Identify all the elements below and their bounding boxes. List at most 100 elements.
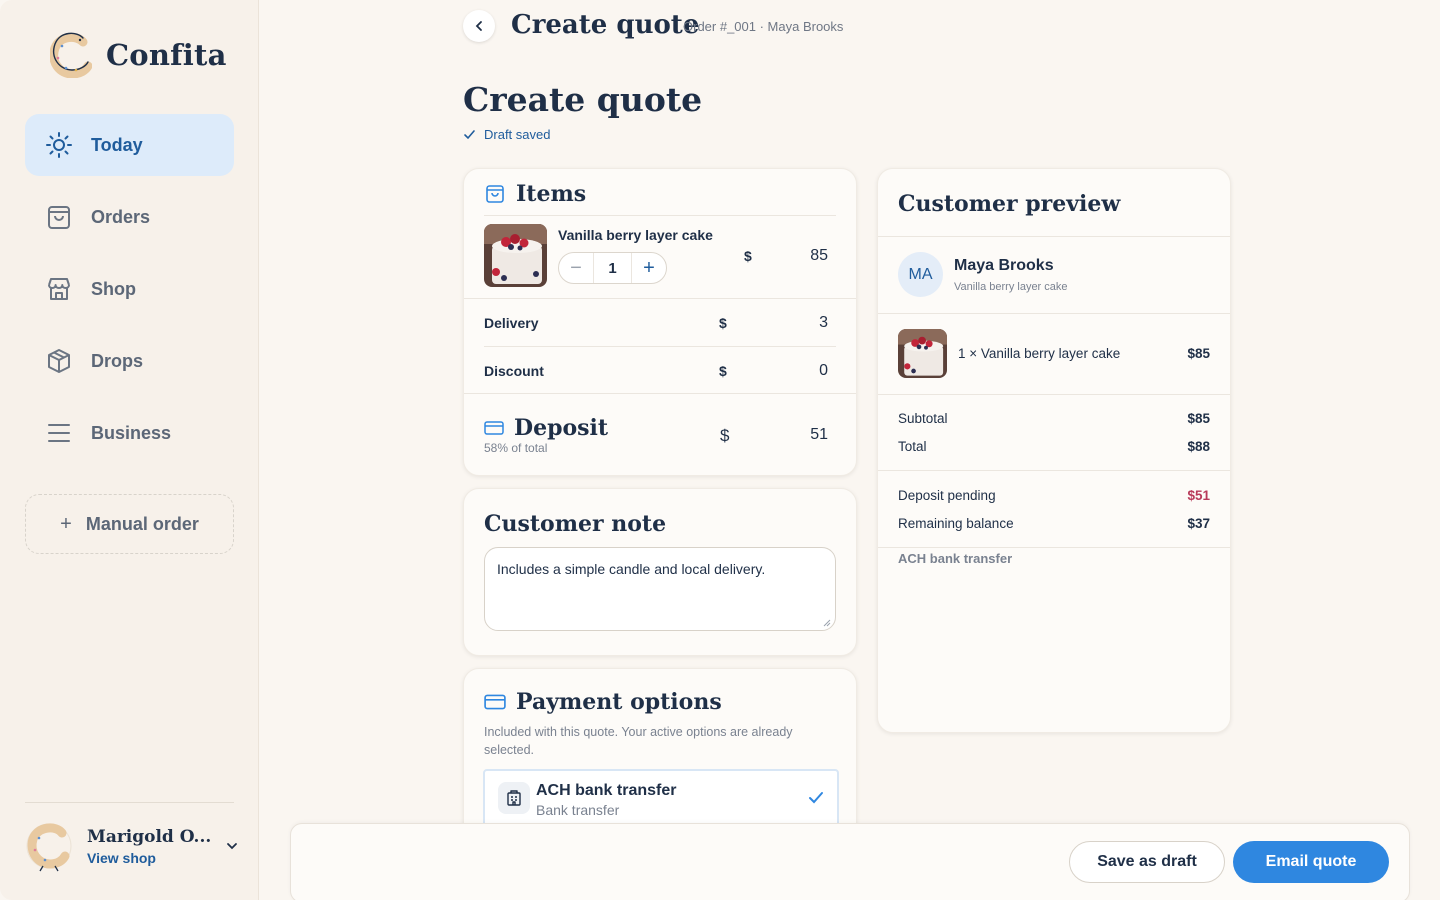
divider	[464, 298, 856, 299]
nav-item-shop[interactable]: Shop	[25, 258, 234, 320]
payment-option-name: ACH bank transfer	[536, 782, 677, 799]
shop-profile-menu[interactable]: Marigold O... View shop	[25, 820, 240, 872]
payment-options-header: Payment options	[484, 689, 722, 715]
customer-note-title: Customer note	[484, 511, 667, 537]
item-price-input[interactable]: 85	[748, 247, 828, 265]
payment-options-title: Payment options	[516, 689, 722, 715]
increment-button[interactable]: +	[632, 253, 666, 283]
nav-label-today: Today	[91, 134, 143, 155]
discount-input[interactable]: 0	[748, 362, 828, 380]
subtotal-value: $85	[1187, 411, 1210, 426]
divider	[464, 393, 856, 394]
card-icon	[484, 421, 504, 435]
payment-options-description: Included with this quote. Your active op…	[484, 725, 793, 757]
total-value: $88	[1187, 439, 1210, 454]
manual-order-label: Manual order	[85, 513, 199, 534]
deposit-title: Deposit	[514, 415, 609, 441]
nav-item-orders[interactable]: Orders	[25, 186, 234, 248]
decrement-button[interactable]: −	[559, 253, 593, 283]
deposit-header: Deposit	[484, 415, 608, 441]
view-shop-link[interactable]: View shop	[87, 850, 212, 866]
bank-icon	[498, 782, 530, 814]
manual-order-button[interactable]: + Manual order	[25, 494, 234, 554]
email-quote-button[interactable]: Email quote	[1233, 841, 1389, 883]
total-label: Total	[898, 439, 927, 454]
shop-avatar	[26, 823, 72, 872]
quantity-value[interactable]: 1	[593, 253, 632, 283]
brand[interactable]: Confita	[50, 32, 227, 78]
box-icon	[48, 349, 70, 373]
deposit-pending-label: Deposit pending	[898, 488, 996, 503]
discount-label: Discount	[484, 363, 544, 379]
nav-label-shop: Shop	[91, 278, 136, 299]
bag-icon	[48, 206, 70, 229]
draft-status: Draft saved	[463, 127, 550, 142]
shop-name: Marigold O...	[87, 826, 212, 847]
sun-icon	[46, 132, 72, 158]
card-icon	[484, 694, 506, 710]
sidebar-divider	[25, 802, 234, 803]
bag-icon	[486, 185, 504, 203]
items-card: Items Vanilla berry layer cake − 1 + $ 8…	[463, 168, 857, 476]
quantity-stepper: − 1 +	[558, 252, 667, 284]
deposit-percentage: 58% of total	[484, 441, 548, 455]
storefront-icon	[48, 278, 70, 300]
customer-note-text: Includes a simple candle and local deliv…	[497, 561, 766, 577]
divider	[484, 215, 836, 216]
nav-label-orders: Orders	[91, 206, 151, 227]
action-bar: Save as draft Email quote	[290, 823, 1410, 900]
customer-name: Maya Brooks	[954, 257, 1054, 274]
chevron-down-icon[interactable]	[224, 838, 240, 854]
currency-symbol: $	[719, 363, 727, 379]
header-title: Create quote	[511, 10, 700, 40]
item-name: Vanilla berry layer cake	[558, 227, 713, 243]
nav-label-business: Business	[91, 422, 172, 443]
delivery-label: Delivery	[484, 315, 539, 331]
items-title: Items	[516, 181, 587, 207]
subtotal-label: Subtotal	[898, 411, 948, 426]
divider	[878, 394, 1230, 395]
cake-thumbnail	[484, 224, 547, 287]
nav-item-today[interactable]: Today	[25, 114, 234, 176]
customer-preview-card: Customer preview MA Maya Brooks Vanilla …	[877, 168, 1231, 733]
deposit-pending-value: $51	[1187, 488, 1210, 503]
plus-icon: +	[60, 512, 72, 535]
nav-item-business[interactable]: Business	[25, 402, 234, 464]
items-header: Items	[484, 181, 586, 207]
currency-symbol: $	[720, 426, 730, 445]
preview-line-price: $85	[1187, 346, 1210, 361]
divider	[878, 236, 1230, 237]
divider	[878, 313, 1230, 314]
brand-name: Confita	[106, 38, 227, 72]
menu-lines-icon	[48, 424, 70, 442]
preview-payment-method: ACH bank transfer	[898, 551, 1013, 566]
currency-symbol: $	[719, 315, 727, 331]
divider	[878, 470, 1230, 471]
customer-avatar: MA	[898, 252, 943, 297]
customer-note-card: Customer note Includes a simple candle a…	[463, 488, 857, 656]
save-as-draft-button[interactable]: Save as draft	[1069, 841, 1225, 883]
preview-line-item: 1 × Vanilla berry layer cake	[958, 346, 1121, 361]
divider	[484, 346, 836, 347]
deposit-input[interactable]: 51	[748, 426, 828, 444]
nav-item-drops[interactable]: Drops	[25, 330, 234, 392]
resize-handle-icon[interactable]	[823, 619, 831, 627]
sidebar: Confita Today Orders Shop Drops Business…	[0, 0, 259, 900]
customer-note-textarea[interactable]: Includes a simple candle and local deliv…	[484, 547, 836, 631]
nav-label-drops: Drops	[91, 350, 144, 371]
customer-order-item: Vanilla berry layer cake	[954, 281, 1068, 293]
header-subtitle: Order #_001 · Maya Brooks	[683, 19, 844, 34]
payment-option-sub: Bank transfer	[536, 802, 620, 818]
main-nav: Today Orders Shop Drops Business	[25, 114, 234, 474]
remaining-balance-label: Remaining balance	[898, 516, 1014, 531]
back-button[interactable]	[463, 10, 495, 42]
delivery-input[interactable]: 3	[748, 314, 828, 332]
donut-c-logo	[50, 32, 92, 78]
check-icon	[464, 130, 475, 140]
cake-thumbnail	[898, 329, 947, 378]
customer-preview-title: Customer preview	[898, 191, 1121, 217]
page-title: Create quote	[463, 80, 703, 119]
divider	[878, 547, 1230, 548]
checkmark-icon	[809, 792, 823, 804]
draft-status-label: Draft saved	[484, 127, 551, 142]
